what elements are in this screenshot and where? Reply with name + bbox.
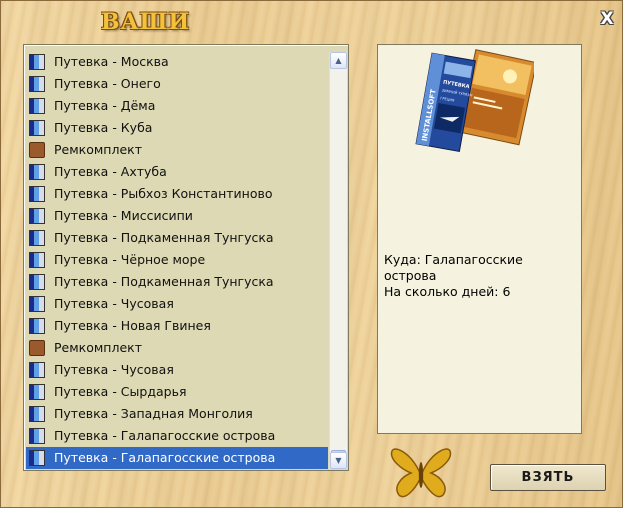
list-item[interactable]: Путевка - Подкаменная Тунгуска bbox=[26, 271, 328, 293]
list-item[interactable]: Путевка - Куба bbox=[26, 117, 328, 139]
ticket-icon bbox=[29, 362, 45, 378]
item-description: Куда: Галапагосские острова На сколько д… bbox=[384, 252, 579, 300]
ticket-icon bbox=[29, 54, 45, 70]
ticket-icon bbox=[29, 296, 45, 312]
list-item[interactable]: Путевка - Рыбхоз Константиново bbox=[26, 183, 328, 205]
list-item-label: Путевка - Ахтуба bbox=[54, 164, 167, 179]
list-item-label: Путевка - Подкаменная Тунгуска bbox=[54, 230, 274, 245]
list-item-label: Путевка - Галапагосские острова bbox=[54, 428, 276, 443]
duration-text: На сколько дней: 6 bbox=[384, 284, 511, 299]
list-item[interactable]: Путевка - Галапагосские острова bbox=[26, 425, 328, 447]
ticket-icon bbox=[29, 252, 45, 268]
list-item[interactable]: Путевка - Западная Монголия bbox=[26, 403, 328, 425]
list-item-label: Путевка - Дёма bbox=[54, 98, 156, 113]
list-item[interactable]: Путевка - Подкаменная Тунгуска bbox=[26, 227, 328, 249]
list-item-label: Путевка - Чусовая bbox=[54, 296, 174, 311]
take-button[interactable]: ВЗЯТЬ bbox=[490, 464, 606, 491]
list-item-label: Путевка - Чусовая bbox=[54, 362, 174, 377]
list-item-label: Путевка - Рыбхоз Константиново bbox=[54, 186, 273, 201]
list-item[interactable]: Путевка - Москва bbox=[26, 51, 328, 73]
ticket-icon bbox=[29, 120, 45, 136]
window-title: Ваши вещи bbox=[101, 9, 191, 69]
ticket-icon bbox=[29, 318, 45, 334]
list-item[interactable]: Путевка - Чусовая bbox=[26, 293, 328, 315]
butterfly-icon bbox=[390, 448, 452, 498]
ticket-icon bbox=[29, 428, 45, 444]
ticket-icon bbox=[29, 230, 45, 246]
list-item-label: Путевка - Новая Гвинея bbox=[54, 318, 211, 333]
list-item-label: Путевка - Подкаменная Тунгуска bbox=[54, 274, 274, 289]
repair-kit-icon bbox=[29, 340, 45, 356]
destination-text: Куда: Галапагосские острова bbox=[384, 252, 523, 283]
list-item[interactable]: Путевка - Дёма bbox=[26, 95, 328, 117]
list-item[interactable]: Путевка - Новая Гвинея bbox=[26, 315, 328, 337]
close-button[interactable]: X bbox=[598, 10, 616, 28]
list-item[interactable]: Путевка - Галапагосские острова bbox=[26, 447, 328, 469]
list-item[interactable]: Путевка - Чёрное море bbox=[26, 249, 328, 271]
list-item[interactable]: Путевка - Онего bbox=[26, 73, 328, 95]
ticket-icon bbox=[29, 186, 45, 202]
ticket-icon bbox=[29, 274, 45, 290]
list-item[interactable]: Ремкомплект bbox=[26, 139, 328, 161]
item-detail-panel: INSTALLSOFT ПУТЕВКА ЗИМНИЙ ТУРИЗМ ГРЕЦИЯ… bbox=[377, 44, 582, 434]
ticket-icon bbox=[29, 76, 45, 92]
ticket-icon bbox=[29, 208, 45, 224]
scroll-up-button[interactable]: ▲ bbox=[330, 52, 347, 69]
list-item[interactable]: Путевка - Ахтуба bbox=[26, 161, 328, 183]
ticket-icon bbox=[29, 98, 45, 114]
list-item[interactable]: Ремкомплект bbox=[26, 337, 328, 359]
ticket-icon bbox=[29, 384, 45, 400]
list-item-label: Путевка - Миссисипи bbox=[54, 208, 193, 223]
list-item-label: Путевка - Чёрное море bbox=[54, 252, 206, 267]
inventory-window: Ваши вещи X Путевка - Москва Путевка - Он… bbox=[0, 0, 623, 508]
list-scrollbar[interactable]: ▲ ▼ bbox=[329, 52, 347, 469]
list-item-label: Путевка - Галапагосские острова bbox=[54, 450, 276, 465]
list-item-label: Путевка - Москва bbox=[54, 54, 169, 69]
list-item[interactable]: Путевка - Миссисипи bbox=[26, 205, 328, 227]
list-item[interactable]: Путевка - Сырдарья bbox=[26, 381, 328, 403]
items-list: Путевка - Москва Путевка - Онего Путевка -… bbox=[26, 51, 328, 469]
ticket-icon bbox=[29, 164, 45, 180]
scroll-down-button[interactable]: ▼ bbox=[330, 452, 347, 469]
list-item-label: Путевка - Сырдарья bbox=[54, 384, 187, 399]
list-item-label: Ремкомплект bbox=[54, 340, 142, 355]
list-item[interactable]: Путевка - Чусовая bbox=[26, 359, 328, 381]
repair-kit-icon bbox=[29, 142, 45, 158]
ticket-icon bbox=[29, 406, 45, 422]
list-item-label: Путевка - Западная Монголия bbox=[54, 406, 253, 421]
list-item-label: Ремкомплект bbox=[54, 142, 142, 157]
ticket-icon bbox=[29, 450, 45, 466]
list-item-label: Путевка - Онего bbox=[54, 76, 161, 91]
list-item-label: Путевка - Куба bbox=[54, 120, 153, 135]
items-list-panel: Путевка - Москва Путевка - Онего Путевка -… bbox=[23, 44, 349, 471]
ticket-booklet-image: INSTALLSOFT ПУТЕВКА ЗИМНИЙ ТУРИЗМ ГРЕЦИЯ bbox=[415, 49, 534, 152]
